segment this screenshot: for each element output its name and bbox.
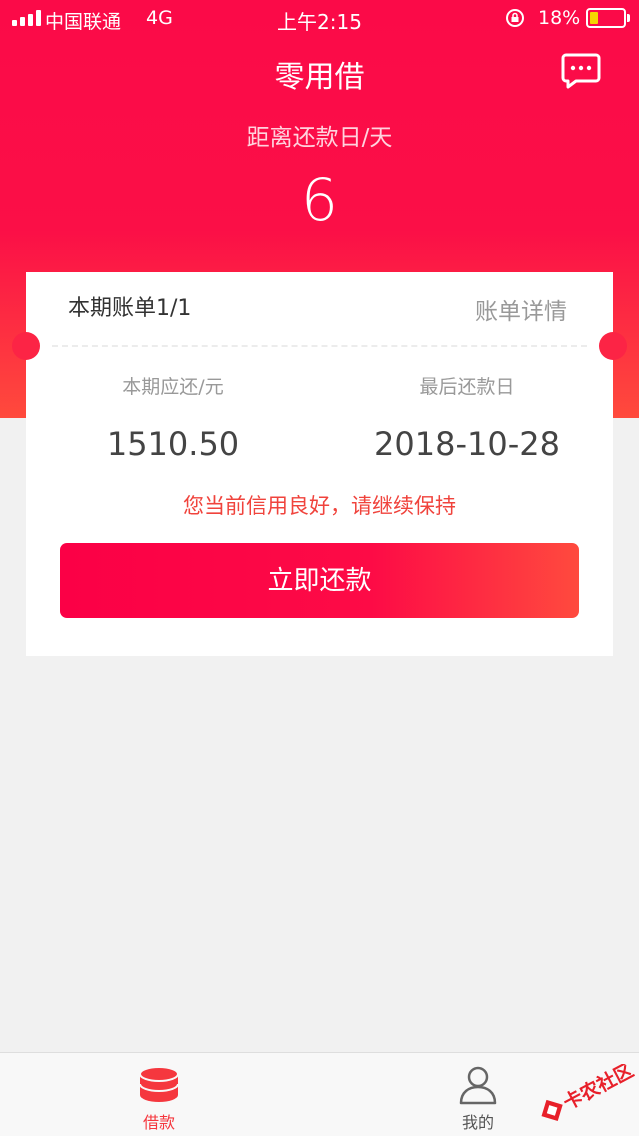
bill-card: 本期账单1/1 账单详情 本期应还/元 1510.50 最后还款日 2018-1… <box>12 272 627 656</box>
countdown-days: 6 <box>301 166 338 234</box>
card-notch-right <box>599 332 627 360</box>
coins-icon <box>139 1066 179 1102</box>
message-icon[interactable] <box>560 52 602 90</box>
amount-due-value: 1510.50 <box>106 425 240 463</box>
dashed-divider <box>52 345 587 347</box>
amount-due-section: 本期应还/元 1510.50 <box>26 372 320 463</box>
countdown-label: 距离还款日/天 <box>246 125 393 151</box>
tab-loan-label: 借款 <box>142 1113 175 1132</box>
watermark-text: 卡农社区 <box>559 1064 637 1114</box>
bill-period-title: 本期账单1/1 <box>68 296 192 321</box>
credit-status-message: 您当前信用良好，请继续保持 <box>183 494 456 518</box>
due-date-label: 最后还款日 <box>419 376 515 398</box>
amount-due-label: 本期应还/元 <box>122 376 224 398</box>
due-date-section: 最后还款日 2018-10-28 <box>320 372 614 463</box>
user-icon <box>459 1066 497 1105</box>
battery-tip <box>627 14 630 22</box>
kanong-watermark-logo: 卡农社区 <box>541 1064 637 1122</box>
status-bar: 中国联通 4G 上午2:15 18% <box>0 0 639 36</box>
repay-now-button[interactable]: 立即还款 <box>60 543 579 618</box>
card-notch-left <box>12 332 40 360</box>
battery-icon <box>586 8 626 28</box>
tab-loan[interactable]: 借款 <box>79 1053 239 1136</box>
page-title: 零用借 <box>274 60 365 95</box>
due-date-value: 2018-10-28 <box>374 425 560 463</box>
rotation-lock-icon <box>506 9 524 27</box>
bill-detail-link[interactable]: 账单详情 <box>475 292 567 326</box>
battery-percent: 18% <box>538 7 581 29</box>
